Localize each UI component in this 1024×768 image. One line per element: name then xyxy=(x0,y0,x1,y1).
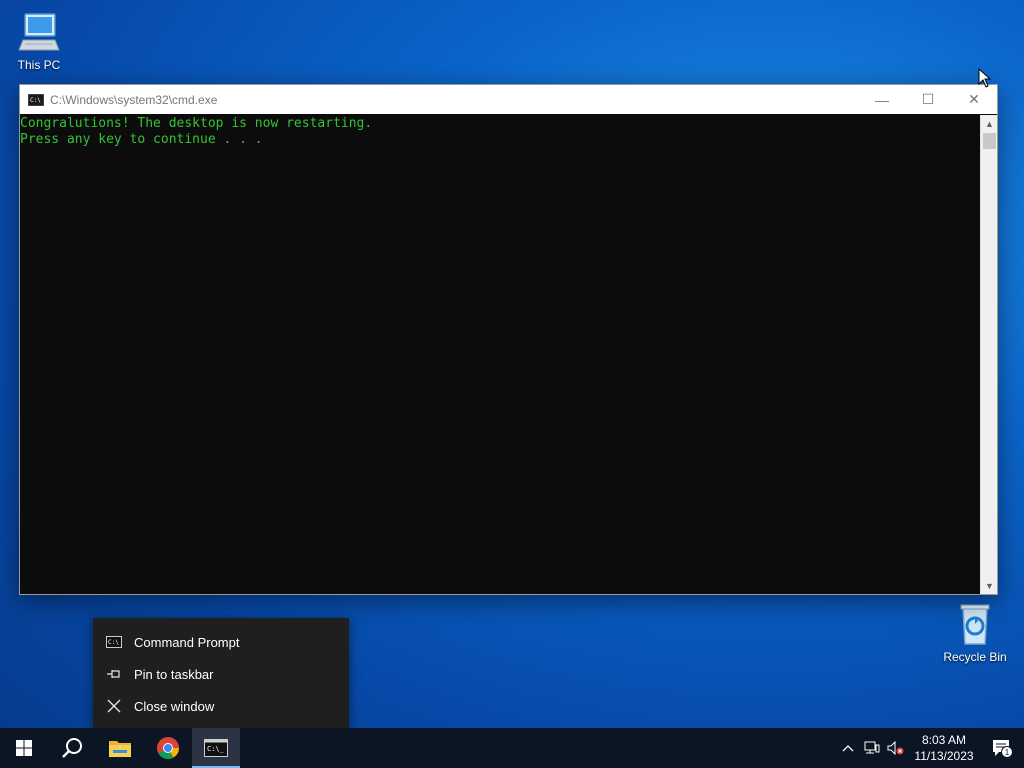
desktop-icon-recycle-bin[interactable]: Recycle Bin xyxy=(940,600,1010,664)
chrome-icon xyxy=(157,737,179,759)
jumplist-label: Pin to taskbar xyxy=(134,666,214,682)
network-icon xyxy=(864,741,880,754)
scroll-thumb[interactable] xyxy=(983,133,996,149)
clock[interactable]: 8:03 AM 11/13/2023 xyxy=(908,732,980,764)
minimize-button[interactable]: — xyxy=(859,85,905,114)
clock-date: 11/13/2023 xyxy=(914,749,974,763)
chrome-button[interactable] xyxy=(144,728,192,768)
volume-muted-icon xyxy=(887,741,904,755)
mouse-cursor-icon xyxy=(978,68,992,88)
start-button[interactable] xyxy=(0,728,48,768)
desktop-icon-this-pc[interactable]: This PC xyxy=(4,8,74,72)
search-button[interactable] xyxy=(48,728,96,768)
notification-count: 1 xyxy=(1005,748,1010,757)
windows-icon xyxy=(16,740,32,756)
desktop-icon-label: This PC xyxy=(17,58,61,72)
cmd-window[interactable]: C:\ C:\Windows\system32\cmd.exe — ☐ ✕ Co… xyxy=(19,84,998,595)
search-icon xyxy=(62,738,82,758)
jumplist-item-pin[interactable]: Pin to taskbar xyxy=(93,658,349,690)
folder-icon xyxy=(109,741,131,757)
system-tray: 8:03 AM 11/13/2023 1 xyxy=(836,728,1024,768)
chevron-up-icon xyxy=(842,745,854,752)
close-icon xyxy=(106,698,122,714)
volume-button[interactable] xyxy=(884,728,908,768)
desktop-icon-label: Recycle Bin xyxy=(943,650,1007,664)
action-center-button[interactable]: 1 xyxy=(980,728,1024,768)
pin-icon xyxy=(106,666,122,682)
close-icon: ✕ xyxy=(968,91,980,107)
recycle-bin-icon xyxy=(960,604,990,645)
show-hidden-icons-button[interactable] xyxy=(836,728,860,768)
scroll-down-icon[interactable]: ▼ xyxy=(981,577,998,594)
clock-time: 8:03 AM xyxy=(921,733,967,747)
svg-text:C:\: C:\ xyxy=(108,639,119,646)
notification-icon: 1 xyxy=(993,740,1013,758)
maximize-icon: ☐ xyxy=(921,91,935,107)
minimize-icon: — xyxy=(875,91,889,108)
computer-icon xyxy=(18,13,60,51)
console-line: Congralutions! The desktop is now restar… xyxy=(20,116,373,131)
close-button[interactable]: ✕ xyxy=(951,85,997,114)
scroll-up-icon[interactable]: ▲ xyxy=(981,115,998,132)
cmd-icon: C:\_ xyxy=(204,739,228,757)
file-explorer-button[interactable] xyxy=(96,728,144,768)
window-titlebar[interactable]: C:\ C:\Windows\system32\cmd.exe — ☐ ✕ xyxy=(20,85,997,114)
jumplist-item-command-prompt[interactable]: C:\ Command Prompt xyxy=(93,626,349,658)
cmd-taskbar-button[interactable]: C:\_ xyxy=(192,728,240,768)
cmd-icon: C:\ xyxy=(106,634,122,650)
svg-text:C:\_: C:\_ xyxy=(207,745,225,753)
console-output[interactable]: Congralutions! The desktop is now restar… xyxy=(20,115,980,594)
maximize-button[interactable]: ☐ xyxy=(905,85,951,114)
console-line: Press any key to continue . . . xyxy=(20,132,263,147)
window-title: C:\Windows\system32\cmd.exe xyxy=(50,92,218,107)
vertical-scrollbar[interactable]: ▲ ▼ xyxy=(980,115,997,594)
taskbar: C:\_ 8:03 AM 11/13/2023 1 xyxy=(0,728,1024,768)
jumplist-label: Command Prompt xyxy=(134,634,240,650)
svg-text:C:\: C:\ xyxy=(30,97,41,104)
cmd-icon: C:\ xyxy=(28,93,44,106)
taskbar-jumplist: C:\ Command Prompt Pin to taskbar Close … xyxy=(93,618,349,728)
network-button[interactable] xyxy=(860,728,884,768)
jumplist-label: Close window xyxy=(134,698,215,714)
jumplist-item-close[interactable]: Close window xyxy=(93,690,349,722)
